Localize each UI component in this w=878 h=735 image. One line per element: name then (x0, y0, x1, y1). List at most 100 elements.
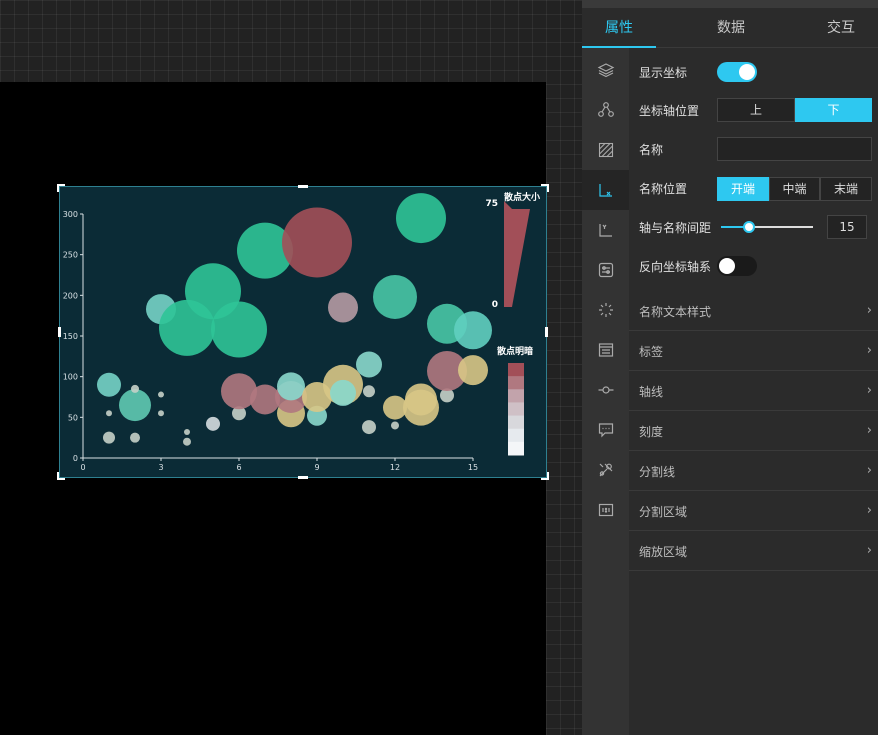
y-tick-label: 50 (68, 413, 78, 422)
section-split-area[interactable]: 分割区域 › (629, 491, 878, 531)
layers-icon[interactable] (582, 50, 629, 90)
section-label: 名称文本样式 (639, 305, 712, 319)
bubble-point (405, 383, 437, 416)
axis-position-bottom-option[interactable]: 下 (795, 98, 872, 122)
bubble-point (184, 428, 190, 435)
size-visual-map-bar (504, 201, 530, 307)
chevron-right-icon: › (866, 423, 872, 438)
x-tick-label: 3 (158, 463, 163, 472)
chevron-right-icon: › (866, 343, 872, 358)
property-category-sidebar (582, 48, 629, 735)
sparkle-icon[interactable] (582, 290, 629, 330)
chevron-right-icon: › (866, 463, 872, 478)
name-position-middle-option[interactable]: 中端 (769, 177, 820, 201)
bubble-point (158, 391, 164, 398)
show-axis-label: 显示坐标 (639, 66, 688, 80)
bubble-point (362, 420, 376, 435)
axis-name-label: 名称 (639, 143, 664, 157)
resize-handle-top[interactable] (298, 185, 308, 188)
axis-name-input[interactable] (717, 137, 872, 161)
bubble-point (211, 301, 267, 358)
tab-interaction[interactable]: 交互 (804, 8, 878, 48)
brightness-visual-map-segment (508, 389, 524, 403)
bubble-point (277, 372, 305, 401)
chevron-right-icon: › (866, 503, 872, 518)
chart-widget[interactable]: 0 50 100 150 200 250 300 0 3 6 9 12 15 散点大小 75 0 散点明暗 (57, 184, 549, 480)
chevron-right-icon: › (866, 543, 872, 558)
y-tick-label: 100 (63, 373, 78, 382)
name-position-label: 名称位置 (639, 182, 688, 196)
y-tick-label: 0 (73, 454, 78, 463)
name-gap-slider[interactable] (721, 221, 813, 233)
name-gap-number-input[interactable]: 15 (827, 215, 867, 239)
chevron-right-icon: › (866, 303, 872, 318)
bubble-point (363, 385, 375, 398)
bubble-point (130, 432, 140, 443)
section-label: 分割线 (639, 465, 676, 479)
name-gap-slider-handle[interactable] (742, 221, 755, 233)
section-split-line[interactable]: 分割线 › (629, 451, 878, 491)
tab-data[interactable]: 数据 (694, 8, 768, 48)
bubble-point (458, 355, 488, 386)
size-visual-map-max-label: 75 (485, 199, 498, 209)
show-axis-toggle[interactable] (717, 62, 757, 82)
bubble-point (97, 372, 121, 397)
ratio-icon[interactable] (582, 490, 629, 530)
bubble-point (282, 207, 352, 278)
resize-handle-top-right[interactable] (541, 184, 549, 192)
bubble-point (106, 410, 112, 417)
brightness-visual-map-segment (508, 415, 524, 430)
resize-handle-bottom-right[interactable] (541, 472, 549, 480)
bubble-point (454, 311, 492, 350)
brightness-visual-map-segment (508, 402, 524, 417)
y-tick-label: 250 (63, 251, 78, 260)
panel-tabs: 属性 数据 交互 (582, 8, 878, 48)
brightness-visual-map-title: 散点明暗 (497, 345, 533, 357)
bubble-point (131, 384, 139, 393)
resize-handle-bottom-left[interactable] (57, 472, 65, 480)
section-ticks[interactable]: 刻度 › (629, 411, 878, 451)
resize-handle-left[interactable] (58, 327, 61, 337)
section-label-settings[interactable]: 标签 › (629, 331, 878, 371)
bubble-chart: 0 50 100 150 200 250 300 0 3 6 9 12 15 散点大小 75 0 散点明暗 (63, 191, 540, 472)
reverse-axis-toggle[interactable] (717, 256, 757, 276)
grid-pattern-icon[interactable] (582, 130, 629, 170)
section-zoom-area[interactable]: 缩放区域 › (629, 531, 878, 571)
tooltip-icon[interactable] (582, 410, 629, 450)
bubble-point (330, 379, 356, 406)
legend-list-icon[interactable] (582, 330, 629, 370)
editor-canvas[interactable]: 0 50 100 150 200 250 300 0 3 6 9 12 15 散点大小 75 0 散点明暗 (0, 0, 582, 735)
y-axis-icon[interactable] (582, 210, 629, 250)
resize-handle-bottom[interactable] (298, 476, 308, 479)
tools-icon[interactable] (582, 450, 629, 490)
line-node-icon[interactable] (582, 370, 629, 410)
brightness-visual-map-segment (508, 376, 524, 390)
section-label: 轴线 (639, 385, 664, 399)
bubble-point (158, 410, 164, 417)
brightness-visual-map-segment (508, 441, 524, 456)
settings-card-icon[interactable] (582, 250, 629, 290)
property-panel: 属性 数据 交互 显示坐标 坐标轴位置 上 下 名称 名称位置 开端 中端 末端… (582, 8, 878, 735)
x-tick-label: 0 (80, 463, 85, 472)
section-name-text-style[interactable]: 名称文本样式 › (629, 291, 878, 331)
resize-handle-right[interactable] (545, 327, 548, 337)
bubble-point (391, 421, 399, 430)
y-tick-label: 300 (63, 210, 78, 219)
y-tick-label: 150 (63, 332, 78, 341)
axis-position-top-option[interactable]: 上 (717, 98, 795, 122)
brightness-visual-map-segment (508, 428, 524, 443)
section-axis-line[interactable]: 轴线 › (629, 371, 878, 411)
nodes-icon[interactable] (582, 90, 629, 130)
x-axis-icon[interactable] (582, 170, 629, 210)
x-tick-label: 15 (468, 463, 478, 472)
name-position-start-option[interactable]: 开端 (717, 177, 769, 201)
x-tick-label: 6 (236, 463, 241, 472)
x-tick-label: 12 (390, 463, 400, 472)
name-position-end-option[interactable]: 末端 (820, 177, 872, 201)
resize-handle-top-left[interactable] (57, 184, 65, 192)
bubble-point (103, 431, 115, 444)
tab-properties[interactable]: 属性 (582, 8, 656, 48)
section-label: 刻度 (639, 425, 664, 439)
section-label: 分割区域 (639, 505, 688, 519)
bubble-point (373, 274, 417, 319)
